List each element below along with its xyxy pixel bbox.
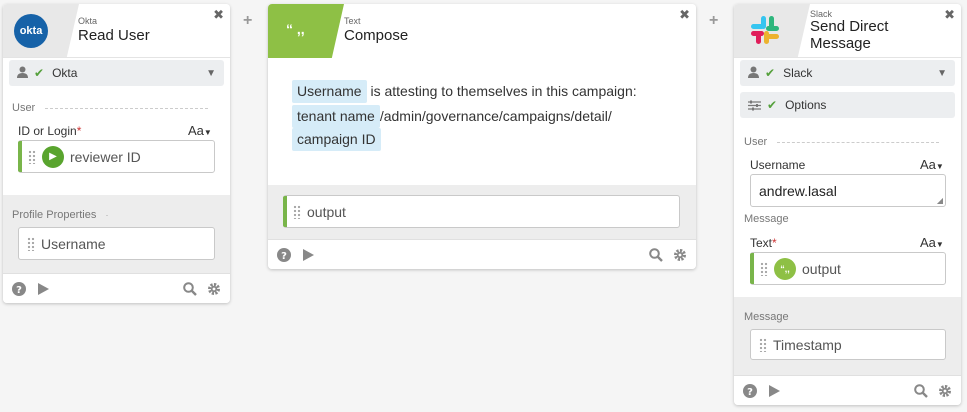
id-login-label: ID or Login* <box>18 124 82 138</box>
profile-properties-section: Profile Properties Username <box>3 195 230 273</box>
text-format-toggle[interactable]: Aa▼ <box>188 123 212 138</box>
input-value: reviewer ID <box>70 148 141 165</box>
username-output-field[interactable]: Username <box>18 227 215 260</box>
close-icon[interactable]: ✖ <box>944 7 955 23</box>
section-user: User <box>12 102 208 114</box>
gear-icon[interactable] <box>937 383 953 399</box>
app-name: Text <box>344 16 361 26</box>
card-slack-send-dm: Slack Send Direct Message ✖ ✔ Slack ▼ ✔ … <box>734 4 961 405</box>
svg-text:?: ? <box>747 387 753 398</box>
close-icon[interactable]: ✖ <box>679 7 690 23</box>
help-icon[interactable]: ? <box>11 281 27 297</box>
search-icon[interactable] <box>182 281 198 297</box>
username-label: Username <box>750 158 806 172</box>
add-step-plus-icon[interactable]: + <box>709 12 718 30</box>
check-icon: ✔ <box>765 66 776 80</box>
connection-selector[interactable]: ✔ Okta ▼ <box>9 60 224 86</box>
output-value: Timestamp <box>773 336 842 353</box>
add-step-plus-icon[interactable]: + <box>243 12 252 30</box>
run-icon[interactable] <box>300 247 316 263</box>
section-message-output: Message <box>744 311 789 323</box>
close-icon[interactable]: ✖ <box>213 7 224 23</box>
card-title-line1: Send Direct <box>810 18 889 35</box>
section-profile-properties: Profile Properties <box>12 209 108 221</box>
check-icon: ✔ <box>767 98 778 112</box>
chevron-down-icon[interactable]: ▼ <box>937 68 947 79</box>
okta-logo-icon: okta <box>14 14 48 48</box>
card-title: Read User <box>78 27 150 44</box>
svg-text:?: ? <box>281 251 287 262</box>
person-icon <box>17 66 28 81</box>
gear-icon[interactable] <box>206 281 222 297</box>
app-name: Okta <box>78 16 98 26</box>
chevron-down-icon: ▼ <box>935 162 944 171</box>
check-icon: ✔ <box>34 66 45 80</box>
output-section: output <box>268 185 696 239</box>
card-title: Compose <box>344 27 409 44</box>
input-value: output <box>802 260 841 277</box>
timestamp-output-field[interactable]: Timestamp <box>750 329 946 360</box>
text-input[interactable]: “,, output <box>750 252 946 285</box>
quote-icon: “ ,, <box>286 21 305 37</box>
card-text-compose: “ ,, Text Compose ✖ Username is attestin… <box>268 4 696 269</box>
options-toggle[interactable]: ✔ Options <box>740 92 955 118</box>
connection-selector[interactable]: ✔ Slack ▼ <box>740 60 955 86</box>
output-value: Username <box>41 235 106 252</box>
drag-handle-icon[interactable] <box>760 261 768 276</box>
text-format-toggle[interactable]: Aa▼ <box>920 157 944 172</box>
input-value: andrew.lasal <box>759 182 837 199</box>
chevron-down-icon: ▼ <box>203 128 212 137</box>
run-icon[interactable] <box>35 281 51 297</box>
drag-handle-icon[interactable] <box>293 204 301 219</box>
card-header: okta Okta Read User ✖ <box>3 4 230 58</box>
card-footer: ? <box>734 375 961 405</box>
svg-text:?: ? <box>16 285 22 296</box>
drag-handle-icon[interactable] <box>28 149 36 164</box>
card-header: Slack Send Direct Message ✖ <box>734 4 961 58</box>
chip-campaign-id[interactable]: campaign ID <box>292 128 381 151</box>
gear-icon[interactable] <box>672 247 688 263</box>
output-section: Message Timestamp <box>734 297 961 375</box>
section-message: Message <box>744 213 789 225</box>
text-format-toggle[interactable]: Aa▼ <box>920 235 944 250</box>
card-title-line2: Message <box>810 35 871 52</box>
help-icon[interactable]: ? <box>742 383 758 399</box>
output-value: output <box>307 203 346 220</box>
compose-text-body[interactable]: Username is attesting to themselves in t… <box>292 80 676 151</box>
slack-logo-icon <box>748 13 782 47</box>
text-label: Text* <box>750 236 777 250</box>
compose-text: /admin/governance/campaigns/detail/ <box>379 108 612 124</box>
drag-handle-icon[interactable] <box>27 236 35 251</box>
connection-name: Okta <box>52 66 78 80</box>
username-input[interactable]: andrew.lasal ◢ <box>750 174 946 207</box>
section-user: User <box>744 136 939 148</box>
resize-handle-icon[interactable]: ◢ <box>937 196 943 205</box>
chevron-down-icon: ▼ <box>935 240 944 249</box>
drag-handle-icon[interactable] <box>759 337 767 352</box>
search-icon[interactable] <box>648 247 664 263</box>
chevron-down-icon[interactable]: ▼ <box>206 68 216 79</box>
card-footer: ? <box>268 239 696 269</box>
chip-tenant-name[interactable]: tenant name <box>292 105 380 128</box>
options-label: Options <box>785 98 827 112</box>
id-login-input[interactable]: ▶ reviewer ID <box>18 140 215 173</box>
chip-username[interactable]: Username <box>292 80 367 103</box>
quote-icon: “,, <box>774 257 796 280</box>
card-footer: ? <box>3 273 230 303</box>
search-icon[interactable] <box>913 383 929 399</box>
output-field[interactable]: output <box>283 195 680 228</box>
play-icon: ▶ <box>42 145 64 168</box>
compose-text: is attesting to themselves in this campa… <box>370 83 637 99</box>
sliders-icon <box>748 100 761 111</box>
help-icon[interactable]: ? <box>276 247 292 263</box>
connection-name: Slack <box>783 66 813 80</box>
run-icon[interactable] <box>766 383 782 399</box>
card-okta-read-user: okta Okta Read User ✖ ✔ Okta ▼ User ID o… <box>3 4 230 303</box>
person-icon <box>748 66 759 81</box>
header-band <box>268 4 344 58</box>
card-header: “ ,, Text Compose ✖ <box>268 4 696 58</box>
